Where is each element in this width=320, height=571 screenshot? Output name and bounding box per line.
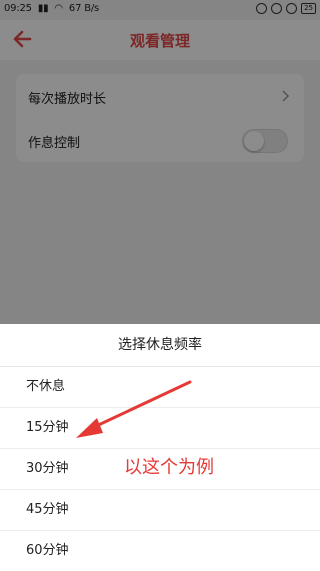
option-45-min[interactable]: 45分钟 xyxy=(0,490,320,531)
annotation-text: 以这个为例 xyxy=(124,457,214,478)
option-no-rest[interactable]: 不休息 xyxy=(0,367,320,408)
option-60-min[interactable]: 60分钟 xyxy=(0,531,320,571)
sheet-title: 选择休息频率 xyxy=(0,324,320,367)
option-15-min[interactable]: 15分钟 xyxy=(0,408,320,449)
rest-frequency-sheet: 选择休息频率 不休息 15分钟 30分钟 45分钟 60分钟 xyxy=(0,324,320,569)
